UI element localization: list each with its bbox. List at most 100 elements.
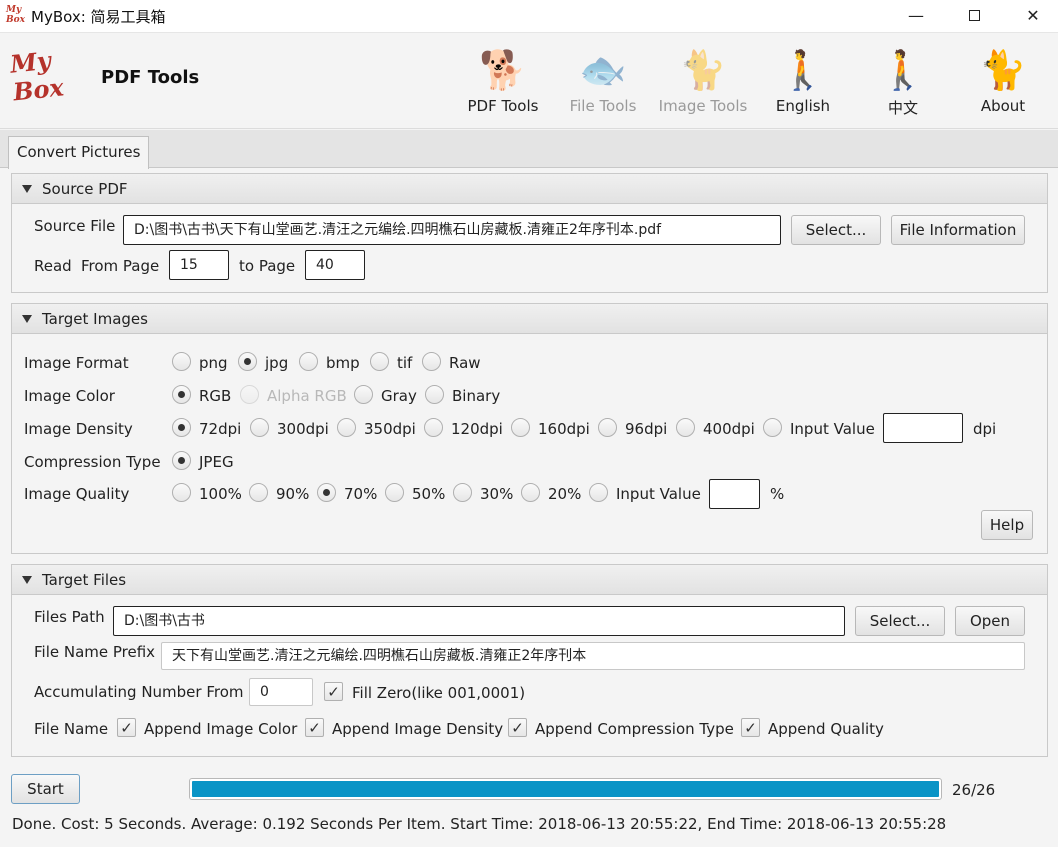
cat-icon: 🐈 [679, 48, 727, 92]
density-350-label: 350dpi [364, 420, 416, 438]
density-72-radio[interactable] [172, 418, 191, 437]
compression-type-label: Compression Type [24, 453, 161, 471]
format-bmp-radio[interactable] [299, 352, 318, 371]
compression-jpeg-label: JPEG [199, 453, 234, 471]
close-button[interactable]: ✕ [1010, 0, 1056, 33]
density-400-label: 400dpi [703, 420, 755, 438]
nav-english[interactable]: 🚶 English [758, 43, 848, 123]
person-red-icon: 🚶 [879, 48, 927, 92]
density-160-radio[interactable] [511, 418, 530, 437]
accumulating-number-label: Accumulating Number From [34, 683, 244, 701]
density-160-label: 160dpi [538, 420, 590, 438]
format-raw-radio[interactable] [422, 352, 441, 371]
collapse-triangle-icon [22, 315, 32, 323]
density-72-label: 72dpi [199, 420, 242, 438]
quality-input-label: Input Value [616, 485, 701, 503]
density-300-radio[interactable] [250, 418, 269, 437]
format-tif-radio[interactable] [370, 352, 389, 371]
tab-convert-pictures[interactable]: Convert Pictures [8, 136, 150, 169]
append-color-checkbox[interactable]: ✓ [117, 718, 136, 737]
quality-30-radio[interactable] [453, 483, 472, 502]
files-path-label: Files Path [34, 608, 105, 626]
color-rgb-radio[interactable] [172, 385, 191, 404]
quality-100-radio[interactable] [172, 483, 191, 502]
append-quality-label: Append Quality [768, 720, 884, 738]
mybox-logo: My Box [8, 45, 66, 107]
maximize-button[interactable] [951, 0, 997, 33]
quality-input-field[interactable] [709, 479, 760, 509]
quality-70-radio[interactable] [317, 483, 336, 502]
quality-30-label: 30% [480, 485, 514, 503]
density-input-field[interactable] [883, 413, 963, 443]
file-name-label: File Name [34, 720, 109, 738]
to-page-input[interactable]: 40 [305, 250, 365, 280]
status-text: Done. Cost: 5 Seconds. Average: 0.192 Se… [12, 815, 947, 833]
title-bar: My Box MyBox: 简易工具箱 — ✕ [0, 0, 1058, 33]
file-information-button[interactable]: File Information [891, 215, 1025, 245]
accumulating-number-input[interactable]: 0 [249, 678, 313, 706]
quality-50-label: 50% [412, 485, 446, 503]
density-120-radio[interactable] [424, 418, 443, 437]
collapse-triangle-icon [22, 576, 32, 584]
color-binary-radio[interactable] [425, 385, 444, 404]
format-jpg-radio[interactable] [238, 352, 257, 371]
append-density-checkbox[interactable]: ✓ [305, 718, 324, 737]
target-select-button[interactable]: Select... [855, 606, 945, 636]
collapse-triangle-icon [22, 185, 32, 193]
from-page-input[interactable]: 15 [169, 250, 229, 280]
color-gray-label: Gray [381, 387, 417, 405]
source-pdf-header[interactable]: Source PDF [12, 174, 1047, 204]
help-button[interactable]: Help [981, 510, 1033, 540]
nav-about[interactable]: 🐈 About [958, 43, 1048, 123]
start-button[interactable]: Start [11, 774, 80, 804]
density-unit-label: dpi [973, 420, 997, 438]
color-alpha-rgb-label: Alpha RGB [267, 387, 347, 405]
open-button[interactable]: Open [955, 606, 1025, 636]
quality-90-label: 90% [276, 485, 310, 503]
format-jpg-label: jpg [265, 354, 289, 372]
progress-fill [192, 781, 939, 797]
quality-20-radio[interactable] [521, 483, 540, 502]
density-350-radio[interactable] [337, 418, 356, 437]
quality-input-radio[interactable] [589, 483, 608, 502]
fish-icon: 🐟 [579, 48, 627, 92]
density-96-radio[interactable] [598, 418, 617, 437]
nav-label: PDF Tools [467, 97, 539, 115]
format-tif-label: tif [397, 354, 413, 372]
density-400-radio[interactable] [676, 418, 695, 437]
target-files-header[interactable]: Target Files [12, 565, 1047, 595]
file-name-prefix-input[interactable]: 天下有山堂画艺.清汪之元编绘.四明樵石山房藏板.清雍正2年序刊本 [161, 642, 1025, 670]
nav-image-tools[interactable]: 🐈 Image Tools [658, 43, 748, 123]
progress-bar [189, 778, 942, 800]
nav-chinese[interactable]: 🚶 中文 [858, 43, 948, 123]
format-png-radio[interactable] [172, 352, 191, 371]
source-file-input[interactable]: D:\图书\古书\天下有山堂画艺.清汪之元编绘.四明樵石山房藏板.清雍正2年序刊… [123, 215, 781, 245]
quality-50-radio[interactable] [385, 483, 404, 502]
format-bmp-label: bmp [326, 354, 360, 372]
image-format-label: Image Format [24, 354, 129, 372]
file-name-prefix-label: File Name Prefix [34, 643, 156, 661]
target-images-header[interactable]: Target Images [12, 304, 1047, 334]
files-path-input[interactable]: D:\图书\古书 [113, 606, 845, 636]
pink-cat-icon: 🐈 [979, 48, 1027, 92]
nav-file-tools[interactable]: 🐟 File Tools [558, 43, 648, 123]
app-header: My Box PDF Tools 🐕 PDF Tools 🐟 File Tool… [0, 33, 1058, 129]
image-density-label: Image Density [24, 420, 133, 438]
density-120-label: 120dpi [451, 420, 503, 438]
source-select-button[interactable]: Select... [791, 215, 881, 245]
compression-jpeg-radio[interactable] [172, 451, 191, 470]
section-title: Target Images [42, 310, 148, 328]
app-icon: My Box [6, 5, 25, 25]
append-compression-label: Append Compression Type [535, 720, 734, 738]
density-input-radio[interactable] [763, 418, 782, 437]
to-page-label: to Page [239, 257, 296, 275]
fill-zero-checkbox[interactable]: ✓ [324, 682, 343, 701]
person-dog-icon: 🚶 [779, 48, 827, 92]
quality-90-radio[interactable] [249, 483, 268, 502]
tab-strip: Convert Pictures [0, 130, 1058, 169]
color-gray-radio[interactable] [354, 385, 373, 404]
minimize-button[interactable]: — [893, 0, 939, 33]
append-compression-checkbox[interactable]: ✓ [508, 718, 527, 737]
nav-pdf-tools[interactable]: 🐕 PDF Tools [458, 43, 548, 123]
append-quality-checkbox[interactable]: ✓ [741, 718, 760, 737]
